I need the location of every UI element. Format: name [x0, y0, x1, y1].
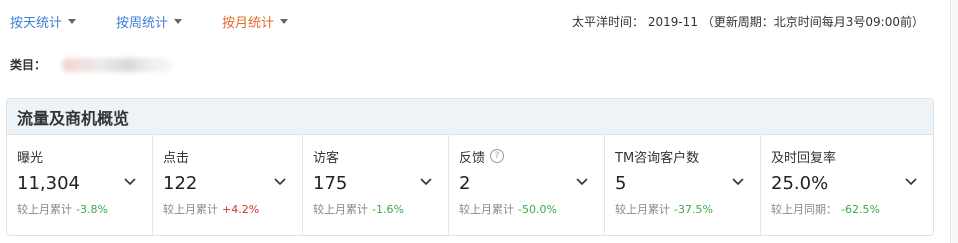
metric-label-text: 反馈	[459, 150, 486, 166]
metric-card-tm-customers[interactable]: TM咨询客户数 5 较上月累计 -37.5%	[605, 135, 761, 235]
metric-change: -37.5%	[674, 203, 713, 216]
tab-monthly-label: 按月统计	[222, 16, 275, 31]
metric-label: 反馈?	[459, 147, 604, 166]
chevron-down-icon[interactable]	[274, 178, 286, 186]
caret-down-icon	[174, 19, 183, 24]
category-label: 类目：	[10, 58, 47, 72]
metric-footnote: 较上月同期： -62.5%	[771, 201, 933, 217]
metric-label-text: 及时回复率	[771, 150, 837, 166]
chevron-down-icon[interactable]	[420, 178, 432, 186]
tab-daily-label: 按天统计	[10, 16, 63, 31]
panel-header: 流量及商机概览	[7, 99, 933, 135]
metric-label: 曝光	[17, 147, 152, 166]
help-icon[interactable]: ?	[490, 149, 505, 163]
tab-weekly-label: 按周统计	[116, 16, 169, 31]
scrollbar-track[interactable]	[950, 0, 958, 243]
metric-card-reply-rate[interactable]: 及时回复率 25.0% 较上月同期： -62.5%	[761, 135, 933, 235]
traffic-overview-panel: 流量及商机概览 曝光 11,304 较上月累计 -3.8% 点击 122 较上月累…	[6, 98, 934, 236]
metric-label-text: 曝光	[17, 150, 44, 166]
caret-down-icon	[280, 19, 289, 24]
metric-label: 点击	[163, 147, 302, 166]
stat-period-tabs: 按天统计 按周统计 按月统计	[10, 12, 328, 31]
metric-footnote-label: 较上月累计	[163, 203, 218, 216]
metric-footnote-label: 较上月累计	[313, 203, 368, 216]
metric-label-text: 访客	[313, 150, 340, 166]
metric-footnote: 较上月累计 -37.5%	[615, 201, 760, 217]
tab-daily[interactable]: 按天统计	[10, 12, 77, 31]
chevron-down-icon[interactable]	[124, 178, 136, 186]
metric-label: 访客	[313, 147, 448, 166]
metric-change: -1.6%	[372, 203, 404, 216]
metric-change: -50.0%	[518, 203, 557, 216]
panel-title: 流量及商机概览	[17, 108, 130, 128]
chevron-down-icon[interactable]	[576, 178, 588, 186]
caret-down-icon	[68, 19, 77, 24]
metric-footnote: 较上月累计 +4.2%	[163, 201, 302, 217]
metric-footnote-label: 较上月累计	[615, 203, 670, 216]
metric-change: +4.2%	[222, 203, 260, 216]
metrics-row: 曝光 11,304 较上月累计 -3.8% 点击 122 较上月累计 +4.2% 访…	[7, 135, 933, 235]
period-info: 太平洋时间： 2019-11 （更新周期：北京时间每月3号09:00前）	[572, 15, 924, 29]
tab-weekly[interactable]: 按周统计	[116, 12, 183, 31]
metric-change: -3.8%	[76, 203, 108, 216]
metric-label-text: 点击	[163, 150, 190, 166]
chevron-down-icon[interactable]	[905, 178, 917, 186]
metric-card-feedback[interactable]: 反馈? 2 较上月累计 -50.0%	[449, 135, 605, 235]
tab-monthly[interactable]: 按月统计	[222, 12, 289, 31]
metric-footnote-label: 较上月累计	[459, 203, 514, 216]
metric-label: TM咨询客户数	[615, 147, 760, 166]
metric-change: -62.5%	[841, 203, 880, 216]
category-value-redacted[interactable]	[62, 57, 173, 72]
metric-footnote: 较上月累计 -50.0%	[459, 201, 604, 217]
metric-card-exposure[interactable]: 曝光 11,304 较上月累计 -3.8%	[7, 135, 153, 235]
metric-label-text: TM咨询客户数	[615, 150, 700, 166]
metric-card-clicks[interactable]: 点击 122 较上月累计 +4.2%	[153, 135, 303, 235]
metric-footnote: 较上月累计 -1.6%	[313, 201, 448, 217]
category-row: 类目：	[10, 56, 173, 73]
metric-footnote: 较上月累计 -3.8%	[17, 201, 152, 217]
metric-footnote-label: 较上月同期：	[771, 203, 837, 216]
metric-label: 及时回复率	[771, 147, 933, 166]
metric-card-visitors[interactable]: 访客 175 较上月累计 -1.6%	[303, 135, 449, 235]
metric-footnote-label: 较上月累计	[17, 203, 72, 216]
chevron-down-icon[interactable]	[732, 178, 744, 186]
